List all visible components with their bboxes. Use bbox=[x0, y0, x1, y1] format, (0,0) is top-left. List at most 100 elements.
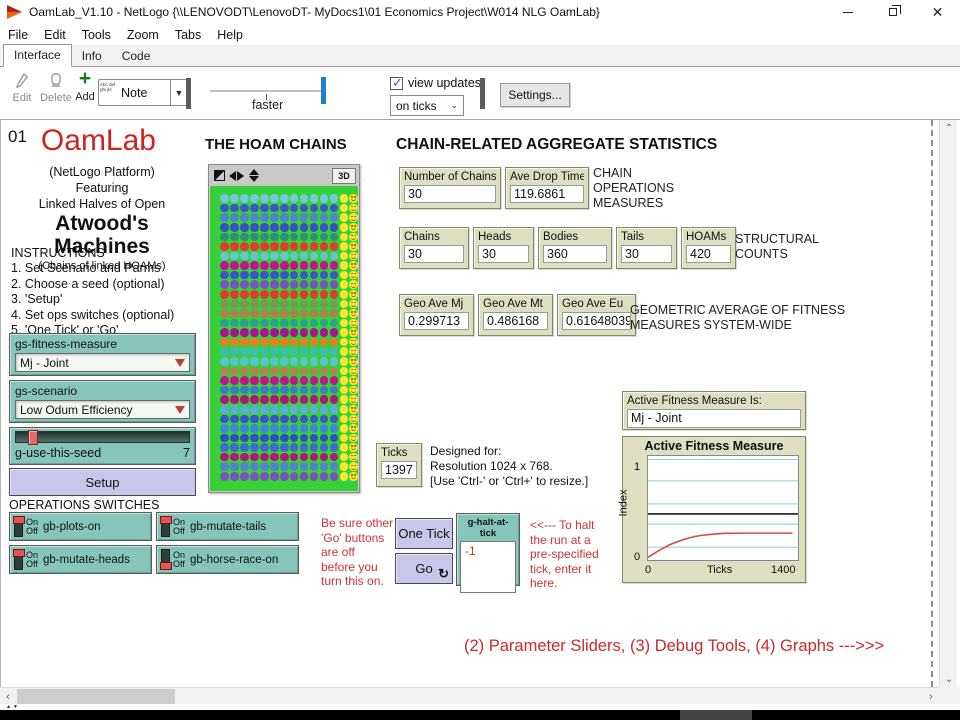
hoam-body-dot bbox=[290, 376, 299, 385]
go-button[interactable]: Go ↻ bbox=[395, 553, 453, 584]
hoam-body-dot bbox=[330, 280, 339, 289]
menu-item[interactable]: Zoom bbox=[119, 26, 167, 44]
note-label: Note bbox=[121, 86, 170, 100]
subtitle-line: (NetLogo Platform) bbox=[5, 164, 199, 180]
y-tick-1: 1 bbox=[634, 461, 640, 473]
menu-item[interactable]: Help bbox=[209, 26, 251, 44]
horizontal-scroll-thumb[interactable] bbox=[17, 689, 175, 704]
menu-item[interactable]: Tabs bbox=[167, 26, 209, 44]
note-type-dropdown[interactable]: Abc def ghi jkl Note ▼ bbox=[98, 79, 188, 106]
tab[interactable]: Interface bbox=[3, 44, 72, 67]
chooser-value-box[interactable]: Mj - Joint bbox=[15, 353, 190, 372]
menu-item[interactable]: File bbox=[0, 26, 36, 44]
view-3d-button[interactable]: 3D bbox=[332, 168, 356, 184]
add-button[interactable]: + Add bbox=[72, 70, 98, 103]
hoam-body-dot bbox=[270, 472, 279, 481]
menu-item[interactable]: Edit bbox=[36, 26, 74, 44]
hoam-head-smiley bbox=[349, 280, 358, 289]
delete-button[interactable]: Delete bbox=[38, 73, 74, 104]
switch-toggle[interactable] bbox=[14, 549, 23, 570]
hoam-body-dot bbox=[310, 472, 319, 481]
hoam-body-dot bbox=[330, 376, 339, 385]
switch-toggle[interactable] bbox=[14, 516, 23, 537]
monitor-bodies: Bodies360 bbox=[538, 227, 612, 269]
hoam-body-dot bbox=[320, 462, 329, 471]
caption-line: CHAIN bbox=[593, 166, 674, 181]
restore-button[interactable] bbox=[870, 0, 915, 24]
switch-gb-mutate-heads[interactable]: OnOffgb-mutate-heads bbox=[9, 545, 152, 574]
hoam-head-smiley bbox=[349, 194, 358, 203]
window-title: OamLab_V1.10 - NetLogo {\\LENOVODT\Lenov… bbox=[29, 5, 600, 19]
hoam-body-dot bbox=[300, 338, 309, 347]
hoam-body-dot bbox=[260, 280, 269, 289]
hoam-body-dot bbox=[240, 376, 249, 385]
hoam-body-dot bbox=[270, 280, 279, 289]
speed-slider-thumb[interactable] bbox=[321, 77, 326, 104]
hoam-body-dot bbox=[280, 386, 289, 395]
switch-gb-horse-race-on[interactable]: OnOffgb-horse-race-on bbox=[156, 545, 299, 574]
input-value[interactable]: -1 bbox=[460, 541, 516, 593]
dropdown-arrow-icon[interactable]: ▼ bbox=[170, 80, 187, 105]
slider-g-use-this-seed[interactable]: g-use-this-seed 7 bbox=[9, 427, 196, 465]
hoam-body-dot bbox=[310, 386, 319, 395]
menu-item[interactable]: Tools bbox=[74, 26, 119, 44]
instruction-line: INSTRUCTIONS bbox=[11, 246, 174, 261]
hoam-tail-dot bbox=[340, 434, 349, 443]
chevron-down-icon: ⌄ bbox=[450, 100, 458, 111]
switch-knob[interactable] bbox=[160, 516, 172, 524]
chooser-gs-fitness-measure[interactable]: gs-fitness-measure Mj - Joint bbox=[9, 333, 196, 376]
settings-button[interactable]: Settings... bbox=[500, 83, 570, 107]
update-mode-select[interactable]: on ticks ⌄ bbox=[390, 95, 464, 116]
speed-slider-track[interactable] bbox=[210, 90, 324, 92]
slider-groove[interactable] bbox=[15, 431, 190, 443]
switch-toggle[interactable] bbox=[161, 516, 170, 537]
monitor-group-structural: Chains30Heads30Bodies360Tails30HOAMs420 bbox=[399, 227, 736, 269]
vertical-scrollbar[interactable]: ⌃ ⌄ bbox=[939, 120, 957, 687]
setup-button[interactable]: Setup bbox=[9, 468, 196, 496]
hoam-head-smiley bbox=[349, 242, 358, 251]
scroll-right-arrow[interactable]: › bbox=[923, 688, 939, 705]
view-updates-checkbox[interactable] bbox=[390, 77, 403, 90]
hoam-body-dot bbox=[260, 443, 269, 452]
tab[interactable]: Code bbox=[112, 46, 161, 67]
scroll-left-arrow[interactable]: ‹ bbox=[0, 688, 16, 705]
switch-toggle[interactable] bbox=[161, 549, 170, 570]
slider-knob[interactable] bbox=[28, 430, 38, 445]
hoam-body-dot bbox=[230, 223, 239, 232]
horizontal-scrollbar[interactable]: ‹ › bbox=[0, 687, 939, 704]
tab[interactable]: Info bbox=[72, 46, 112, 67]
input-g-halt-at-tick[interactable]: g-halt-at-tick -1 bbox=[456, 513, 520, 586]
world-view-field[interactable] bbox=[210, 186, 358, 491]
edit-button[interactable]: Edit bbox=[8, 73, 36, 104]
one-tick-button[interactable]: One Tick bbox=[395, 518, 453, 549]
hoam-tail-dot bbox=[340, 300, 349, 309]
hoam-body-dot bbox=[290, 252, 299, 261]
monitor-label: Geo Ave Mj bbox=[404, 298, 469, 310]
minimize-button[interactable] bbox=[825, 0, 870, 24]
switch-onoff-labels: OnOff bbox=[173, 518, 185, 536]
chooser-gs-scenario[interactable]: gs-scenario Low Odum Efficiency bbox=[9, 380, 196, 423]
switch-knob[interactable] bbox=[160, 562, 172, 570]
hoam-body-dot bbox=[320, 271, 329, 280]
hoam-body-dot bbox=[270, 443, 279, 452]
scroll-down-arrow[interactable]: ⌄ bbox=[940, 671, 958, 687]
scroll-up-arrow[interactable]: ⌃ bbox=[940, 120, 958, 136]
chooser-value-box[interactable]: Low Odum Efficiency bbox=[15, 400, 190, 419]
hoam-body-dot bbox=[310, 357, 319, 366]
switch-gb-plots-on[interactable]: OnOffgb-plots-on bbox=[9, 512, 152, 541]
monitor-chains: Chains30 bbox=[399, 227, 469, 269]
hoam-body-dot bbox=[240, 280, 249, 289]
hoam-body-dot bbox=[230, 328, 239, 337]
switch-gb-mutate-tails[interactable]: OnOffgb-mutate-tails bbox=[156, 512, 299, 541]
hoam-body-dot bbox=[240, 271, 249, 280]
hoam-head-smiley bbox=[349, 405, 358, 414]
switch-knob[interactable] bbox=[13, 516, 25, 524]
switch-knob[interactable] bbox=[13, 549, 25, 557]
hoam-body-dot bbox=[320, 472, 329, 481]
caption-line: MEASURES SYSTEM-WIDE bbox=[630, 318, 848, 333]
hoam-body-dot bbox=[300, 204, 309, 213]
hoam-body-dot bbox=[240, 194, 249, 203]
hoam-body-dot bbox=[310, 367, 319, 376]
hoam-body-dot bbox=[230, 472, 239, 481]
close-button[interactable]: ✕ bbox=[915, 0, 960, 24]
